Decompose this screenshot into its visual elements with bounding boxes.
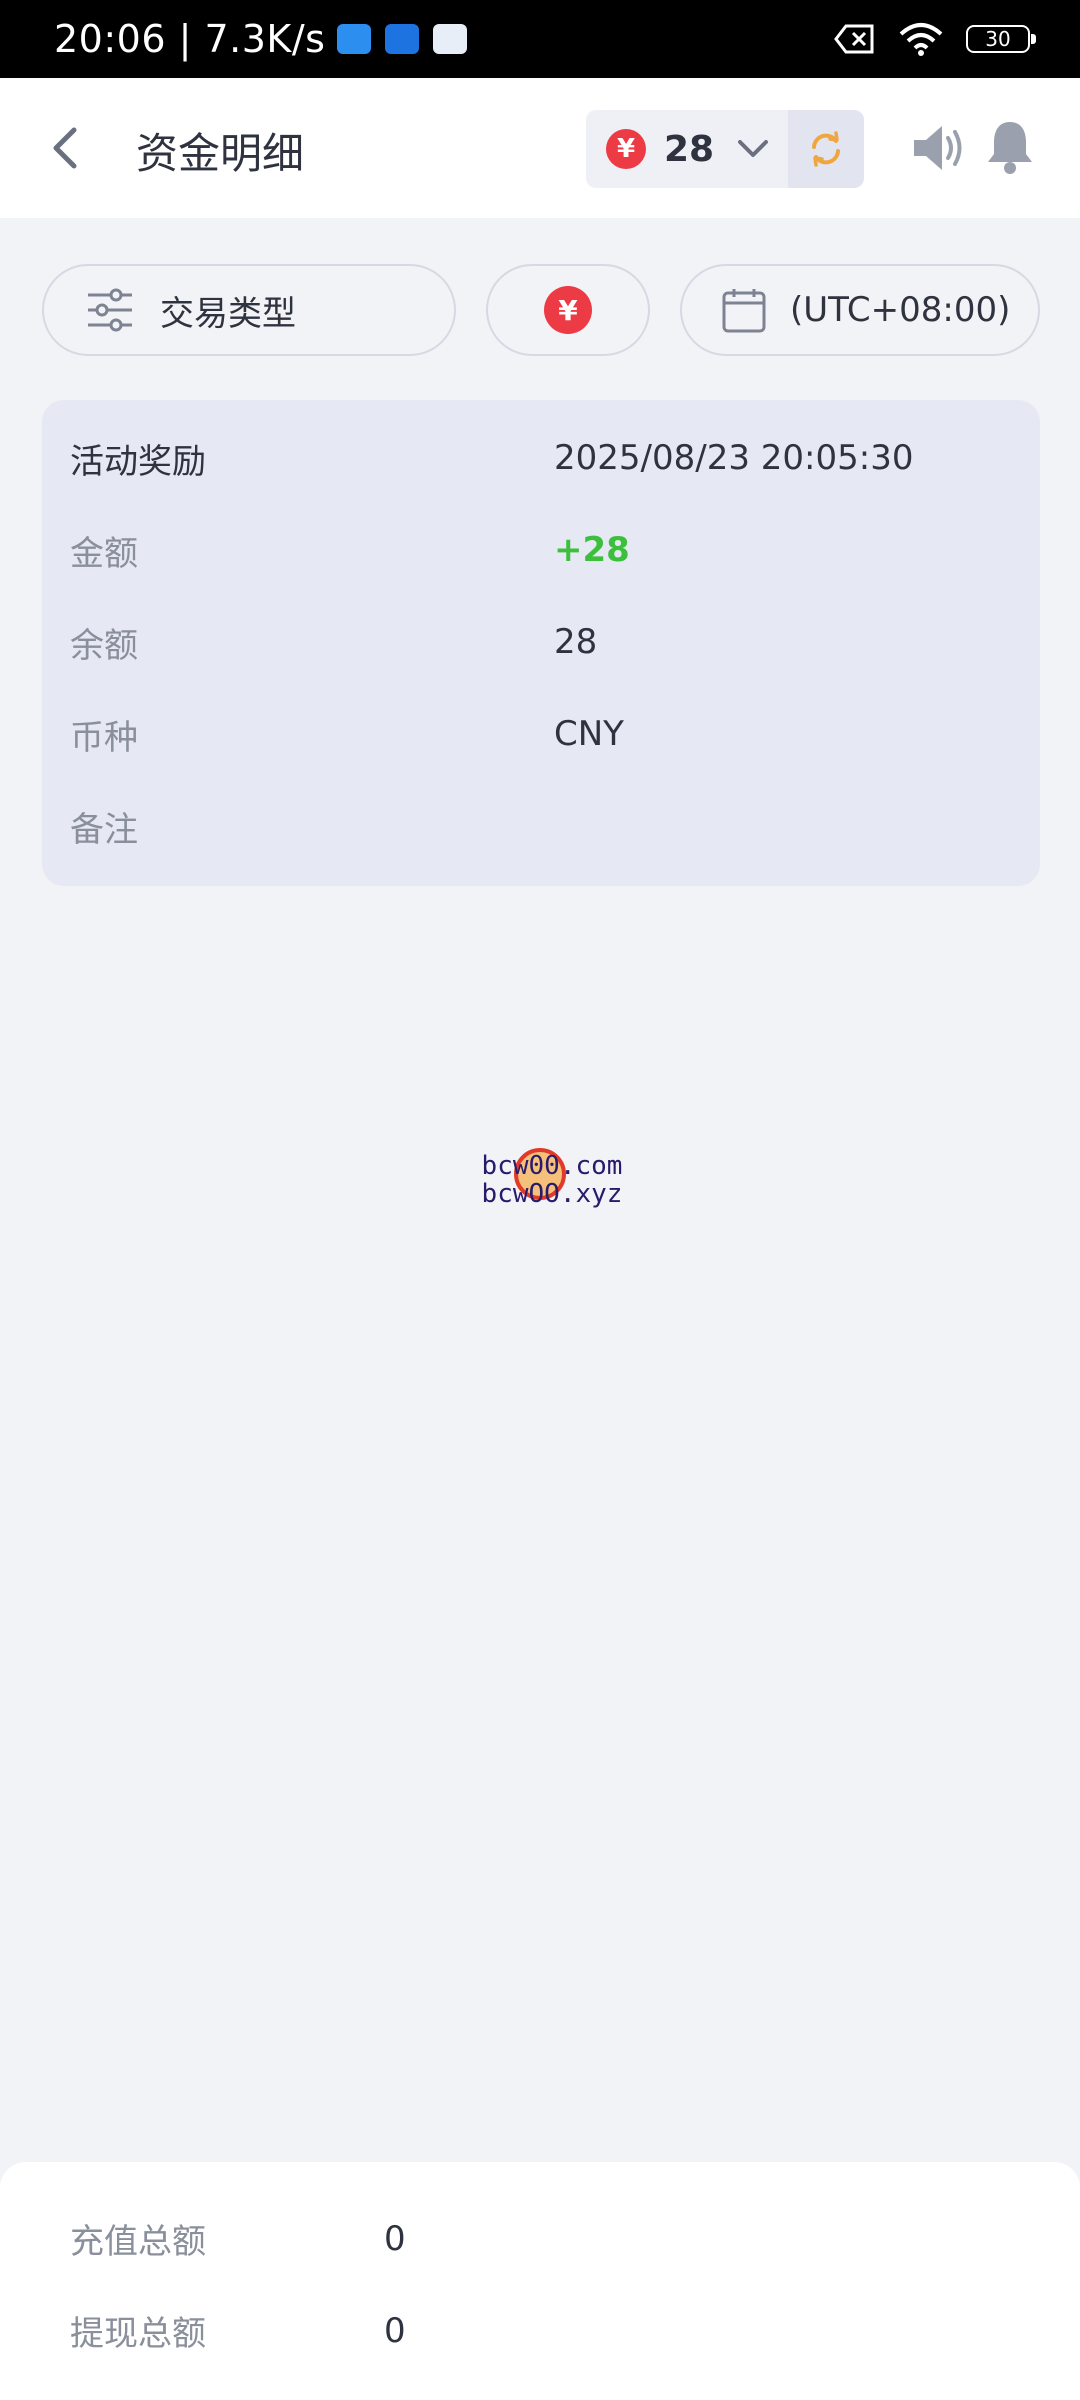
chevron-down-icon[interactable] <box>736 136 770 162</box>
record-row-balance: 余额 28 <box>70 612 1020 672</box>
balance-label: 余额 <box>70 625 138 666</box>
yuan-coin-icon: ¥ <box>606 129 646 169</box>
calendar-icon <box>722 289 766 333</box>
no-sim-icon <box>834 24 874 54</box>
currency-value: CNY <box>554 714 624 754</box>
summary-panel: 充值总额 0 提现总额 0 <box>0 2162 1080 2400</box>
balance-value-record: 28 <box>554 622 598 662</box>
deposit-total-label: 充值总额 <box>70 2222 206 2262</box>
withdraw-total-row: 提现总额 0 <box>70 2306 406 2355</box>
cloud-app-icon <box>337 24 372 54</box>
battery-icon: 30 <box>966 25 1036 53</box>
yuan-coin-icon: ¥ <box>544 286 592 334</box>
balance-selector[interactable]: ¥ 28 <box>586 110 864 188</box>
sliders-icon <box>88 288 132 332</box>
status-bar: 20:06 | 7.3K/s 30 <box>0 0 1080 78</box>
wifi-icon <box>899 23 943 56</box>
note-label: 备注 <box>70 809 138 850</box>
refresh-button[interactable] <box>788 110 864 188</box>
watermark: bcw00.com bcwOO.xyz <box>472 1148 632 1209</box>
timezone-label: (UTC+08:00) <box>790 290 1011 330</box>
status-time: 20:06 | 7.3K/s <box>54 17 326 61</box>
deposit-total-row: 充值总额 0 <box>70 2214 406 2263</box>
notification-icons <box>337 24 468 54</box>
withdraw-total-label: 提现总额 <box>70 2314 206 2354</box>
withdraw-total-value: 0 <box>384 2310 406 2351</box>
record-row-currency: 币种 CNY <box>70 704 1020 764</box>
record-row-note: 备注 <box>70 796 1020 856</box>
record-type: 活动奖励 <box>70 441 206 482</box>
deposit-total-value: 0 <box>384 2218 406 2259</box>
transaction-type-filter[interactable]: 交易类型 <box>42 264 456 356</box>
mail-app-icon <box>433 24 468 54</box>
page-title: 资金明细 <box>136 129 305 178</box>
battery-level: 30 <box>985 27 1011 51</box>
chat-app-icon <box>385 24 420 54</box>
speaker-icon[interactable] <box>912 122 968 174</box>
currency-label: 币种 <box>70 717 138 758</box>
currency-filter[interactable]: ¥ <box>486 264 650 356</box>
transaction-record-card[interactable]: 活动奖励 2025/08/23 20:05:30 金额 +28 余额 28 币种… <box>42 400 1040 886</box>
bell-icon[interactable] <box>984 118 1036 176</box>
amount-value: +28 <box>554 530 630 570</box>
app-header: 资金明细 ¥ 28 <box>0 78 1080 218</box>
balance-value: 28 <box>664 128 715 170</box>
record-row-type: 活动奖励 2025/08/23 20:05:30 <box>70 428 1020 488</box>
watermark-line2: bcwOO.xyz <box>481 1179 623 1209</box>
amount-label: 金额 <box>70 533 138 574</box>
refresh-icon <box>812 131 840 167</box>
watermark-line1: bcw00.com <box>481 1151 623 1181</box>
back-arrow-icon[interactable] <box>46 124 86 172</box>
record-datetime: 2025/08/23 20:05:30 <box>554 438 914 478</box>
record-row-amount: 金额 +28 <box>70 520 1020 580</box>
date-filter[interactable]: (UTC+08:00) <box>680 264 1040 356</box>
transaction-type-label: 交易类型 <box>160 293 296 334</box>
